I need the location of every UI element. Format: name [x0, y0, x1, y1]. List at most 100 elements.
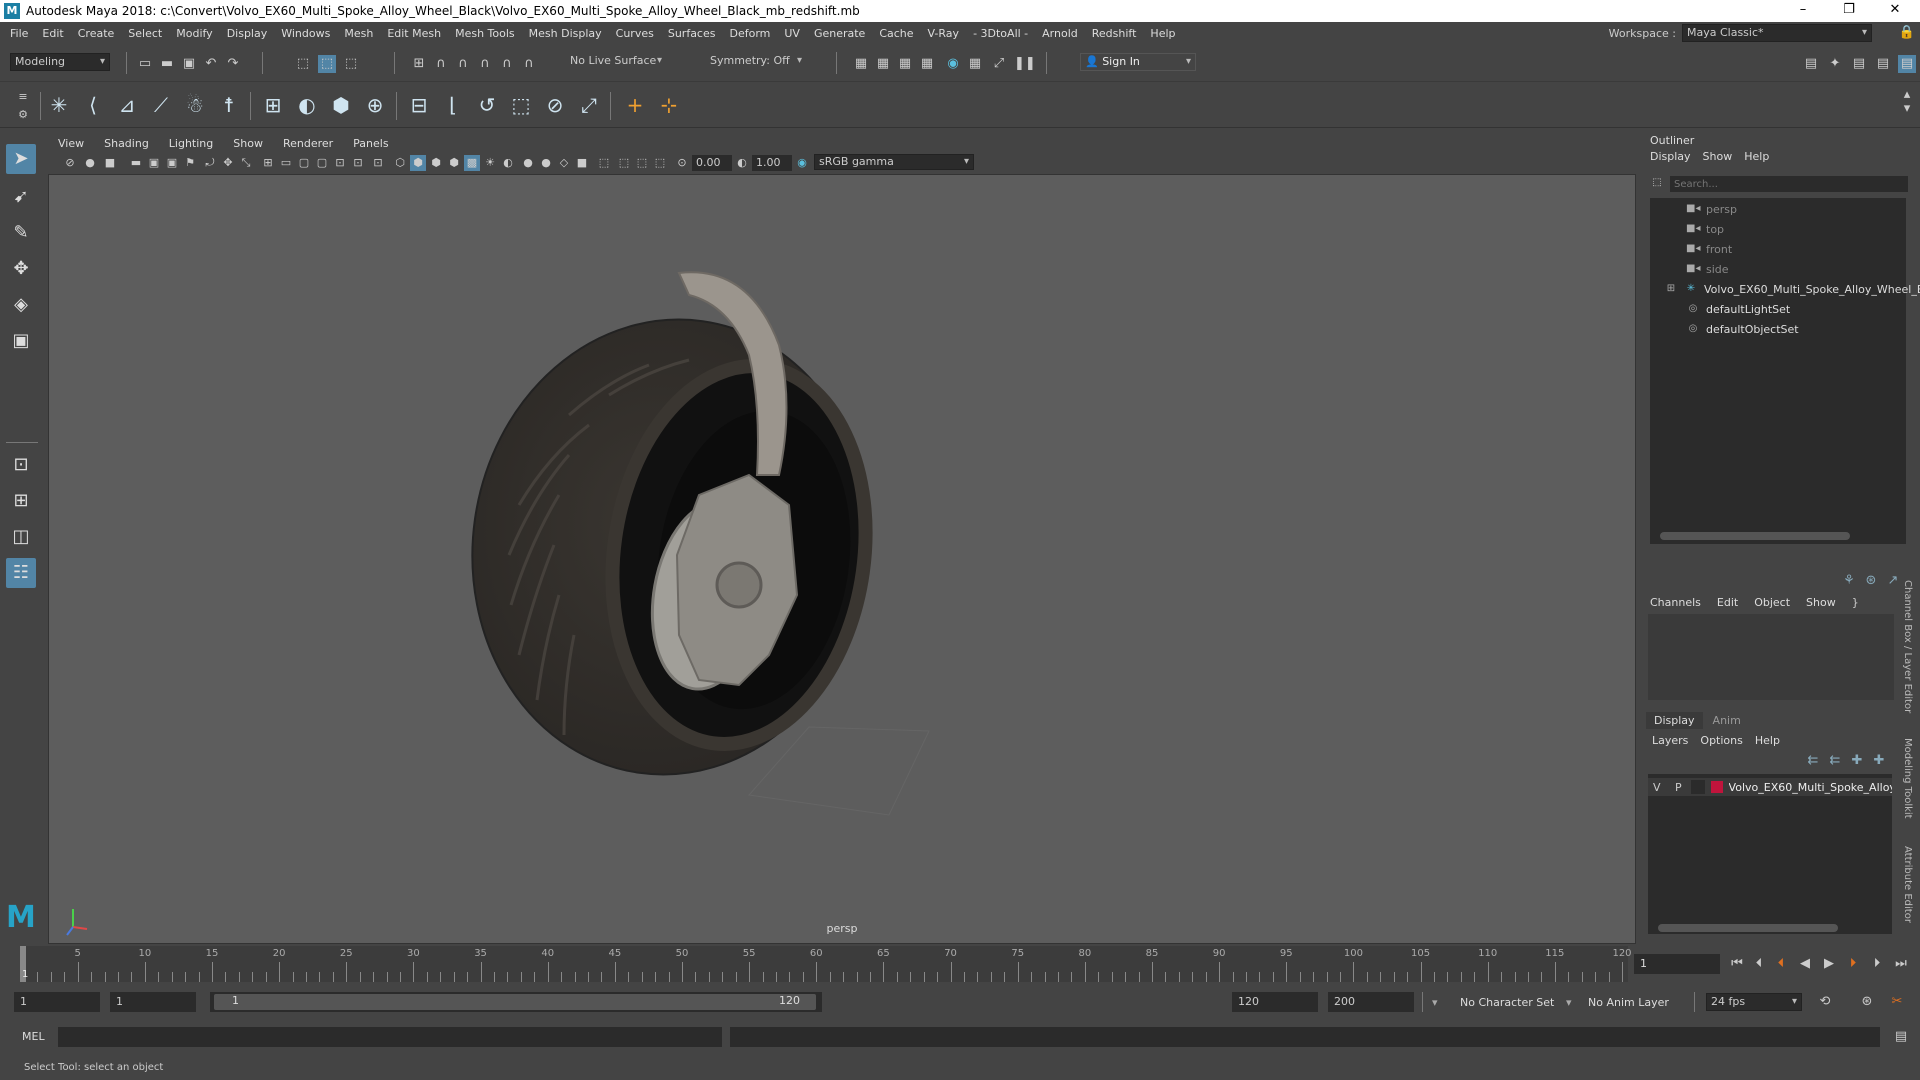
redo-icon[interactable]: ↷	[224, 55, 242, 73]
channel-menu-show[interactable]: Show	[1806, 596, 1836, 609]
render-settings-icon[interactable]: ▦	[918, 55, 936, 73]
outliner-item-top[interactable]: ■◂ top	[1686, 220, 1724, 238]
step-back-frame-icon[interactable]: ⏴	[1750, 955, 1768, 973]
menu-curves[interactable]: Curves	[609, 27, 661, 40]
scene-end-field[interactable]: 200	[1328, 992, 1414, 1012]
render-frame-icon[interactable]: ▦	[852, 55, 870, 73]
smooth-shade-icon[interactable]: ⬢	[410, 155, 426, 171]
minimize-button[interactable]: –	[1780, 0, 1826, 22]
filter-icon[interactable]: ⬚	[1648, 174, 1666, 192]
go-to-end-icon[interactable]: ⏭	[1892, 955, 1910, 973]
go-to-start-icon[interactable]: ⏮	[1728, 955, 1746, 973]
outliner-menu-show[interactable]: Show	[1703, 150, 1733, 163]
render-view-icon[interactable]: ▦	[966, 55, 984, 73]
resolution-gate-icon[interactable]: ▢	[296, 155, 312, 171]
quick-rig-icon[interactable]: ☃	[182, 92, 208, 118]
outliner-layout-icon[interactable]: ☷	[6, 558, 36, 588]
menu-create[interactable]: Create	[71, 27, 122, 40]
menu-mesh-display[interactable]: Mesh Display	[522, 27, 609, 40]
step-back-key-icon[interactable]: ⏴	[1772, 955, 1790, 973]
menu-3dtoall[interactable]: - 3DtoAll -	[966, 27, 1035, 40]
menu-arnold[interactable]: Arnold	[1035, 27, 1085, 40]
tab-display[interactable]: Display	[1646, 712, 1703, 729]
menu-surfaces[interactable]: Surfaces	[661, 27, 723, 40]
new-layer-selected-icon[interactable]: ✚	[1870, 752, 1888, 770]
play-forward-icon[interactable]: ▶	[1820, 955, 1838, 973]
loop-icon[interactable]: ⟲	[1816, 993, 1834, 1011]
fps-dropdown[interactable]: 24 fps	[1706, 993, 1802, 1011]
layer-visibility-toggle[interactable]: V	[1648, 781, 1666, 794]
render-sequence-icon[interactable]: ▦	[874, 55, 892, 73]
time-track[interactable]: 5 10 15 20 25 30 35 40 45 50 55 60 65 70 75 80 85 90 95 100…	[20, 946, 1632, 982]
tab-anim[interactable]: Anim	[1705, 712, 1749, 729]
side-tab-attribute-editor[interactable]: Attribute Editor	[1902, 846, 1913, 923]
playback-start-field[interactable]: 1	[110, 992, 196, 1012]
bind-skin-icon[interactable]: ⊞	[260, 92, 286, 118]
maximize-button[interactable]: ❐	[1826, 0, 1872, 22]
single-perspective-layout-icon[interactable]: ⊡	[6, 450, 36, 480]
ik-spline-icon[interactable]: ⟋	[148, 92, 174, 118]
textured-icon[interactable]: ⬢	[446, 155, 462, 171]
layer-menu-options[interactable]: Options	[1700, 734, 1742, 747]
image-plane-icon[interactable]: ▬	[128, 155, 144, 171]
select-object-icon[interactable]: ⬚	[318, 55, 336, 73]
outliner-menu-help[interactable]: Help	[1744, 150, 1769, 163]
menu-file[interactable]: File	[0, 27, 35, 40]
shelf-scroll-down-icon[interactable]: ▾	[1898, 100, 1916, 118]
mel-label[interactable]: MEL	[22, 1030, 45, 1043]
outliner-item-persp[interactable]: ■◂ persp	[1686, 200, 1737, 218]
viewport-persp[interactable]: persp	[48, 174, 1636, 944]
shelf-settings-icon[interactable]: ⚙	[14, 106, 32, 124]
animation-preferences-icon[interactable]: ✂	[1888, 993, 1906, 1011]
scene-start-field[interactable]: 1	[14, 992, 100, 1012]
anim-layer-dropdown-icon[interactable]: ▾	[1566, 996, 1572, 1009]
human-ik-skeleton-icon[interactable]: ☨	[216, 92, 242, 118]
paint-weights-icon[interactable]: ◐	[294, 92, 320, 118]
multisample-icon[interactable]: ●	[538, 155, 554, 171]
snap-icon[interactable]: ⤢	[990, 55, 1008, 73]
step-forward-key-icon[interactable]: ⏵	[1844, 955, 1862, 973]
nonlinear-deformer-icon[interactable]: ⬚	[508, 92, 534, 118]
channel-box-icon[interactable]: ▤	[1898, 55, 1916, 73]
shadows-icon[interactable]: ☀	[482, 155, 498, 171]
depth-of-field-icon[interactable]: ◇	[556, 155, 572, 171]
point-constraint-icon[interactable]: +	[622, 92, 648, 118]
wheel-model[interactable]	[49, 175, 1636, 944]
symmetry-dropdown[interactable]: Symmetry: Off	[706, 53, 806, 71]
use-all-lights-icon[interactable]: ▩	[464, 155, 480, 171]
isolate-select-icon[interactable]: ■	[574, 155, 590, 171]
wireframe-icon[interactable]: ⬡	[392, 155, 408, 171]
channel-key-icon[interactable]: ⚘	[1840, 572, 1858, 590]
side-tab-channel-box[interactable]: Channel Box / Layer Editor	[1902, 580, 1913, 713]
side-tab-modeling-toolkit[interactable]: Modeling Toolkit	[1902, 738, 1913, 819]
select-hierarchy-icon[interactable]: ⬚	[294, 55, 312, 73]
locator-icon[interactable]: ✳	[46, 92, 72, 118]
menu-help[interactable]: Help	[1143, 27, 1182, 40]
camera-tumble-icon[interactable]: ⤾	[202, 155, 218, 171]
joint-tool-icon[interactable]: ⟨	[80, 92, 106, 118]
snap-surface-icon[interactable]: ∩	[498, 55, 516, 73]
channel-menu-edit[interactable]: Edit	[1717, 596, 1738, 609]
save-scene-icon[interactable]: ▣	[180, 55, 198, 73]
pause-icon[interactable]: ❚❚	[1014, 55, 1036, 73]
blend-shape-icon[interactable]: ⌊	[440, 92, 466, 118]
screen-space-ao-icon[interactable]: ◐	[500, 155, 516, 171]
menu-mesh-tools[interactable]: Mesh Tools	[448, 27, 522, 40]
open-scene-icon[interactable]: ▬	[158, 55, 176, 73]
select-component-icon[interactable]: ⬚	[342, 55, 360, 73]
range-slider[interactable]: 1 120	[210, 992, 822, 1012]
menu-edit[interactable]: Edit	[35, 27, 70, 40]
panel-menu-shading[interactable]: Shading	[94, 137, 159, 150]
outliner-menu-display[interactable]: Display	[1650, 150, 1691, 163]
camera-dolly-icon[interactable]: ⤡	[238, 155, 254, 171]
camera-attributes-icon[interactable]: ●	[82, 155, 98, 171]
snap-point-icon[interactable]: ∩	[454, 55, 472, 73]
layer-horizontal-scrollbar[interactable]	[1658, 924, 1838, 932]
layer-row[interactable]: V P Volvo_EX60_Multi_Spoke_Alloy	[1648, 778, 1892, 796]
menu-windows[interactable]: Windows	[274, 27, 337, 40]
xray-icon[interactable]: ⬚	[596, 155, 612, 171]
constraint-parent-icon[interactable]: ⊘	[542, 92, 568, 118]
sign-in-button[interactable]: 👤 Sign In	[1080, 53, 1196, 71]
layer-color-swatch[interactable]	[1710, 781, 1723, 793]
constraint-aim-icon[interactable]: ⤢	[576, 92, 602, 118]
